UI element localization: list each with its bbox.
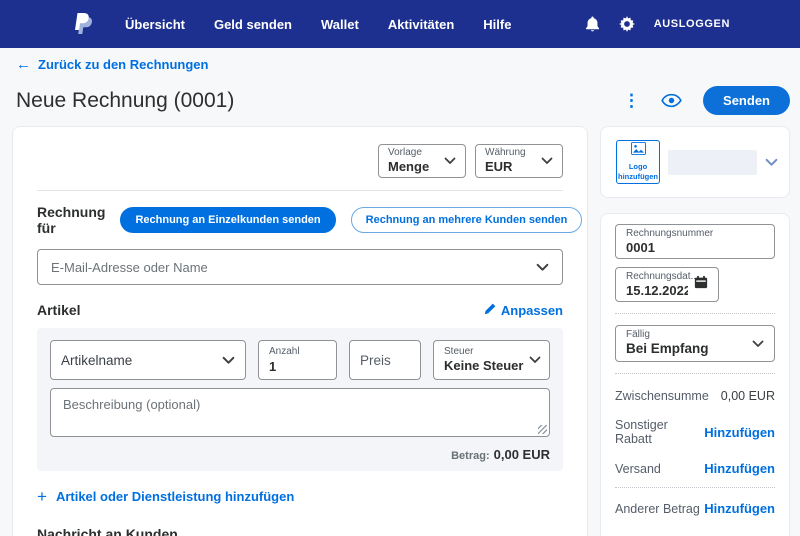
- bell-icon[interactable]: [585, 16, 600, 33]
- chevron-down-icon: [529, 356, 541, 364]
- items-section-heading: Artikel: [37, 302, 81, 318]
- pencil-icon: [484, 303, 496, 318]
- add-shipping-link[interactable]: Hinzufügen: [704, 461, 775, 476]
- tax-label: Steuer: [444, 346, 523, 359]
- currency-label: Währung: [485, 147, 526, 160]
- invoice-number-input[interactable]: [626, 240, 764, 255]
- add-discount-link[interactable]: Hinzufügen: [704, 425, 775, 440]
- currency-value: EUR: [485, 159, 526, 175]
- shipping-label: Versand: [615, 462, 661, 476]
- page-title: Neue Rechnung (0001): [16, 89, 234, 113]
- item-description-box[interactable]: [50, 388, 550, 437]
- invoice-number-label: Rechnungsnummer: [626, 228, 764, 241]
- price-input[interactable]: [360, 353, 410, 368]
- discount-label: Sonstiger Rabatt: [615, 418, 704, 446]
- more-options-icon[interactable]: ⋮: [623, 92, 640, 109]
- chevron-down-icon: [444, 157, 456, 165]
- nav-item-uebersicht[interactable]: Übersicht: [125, 17, 185, 32]
- other-amount-row: Anderer Betrag Hinzufügen: [615, 501, 775, 516]
- invoice-details-card: Rechnungsnummer Rechnungsdat...: [600, 213, 790, 536]
- top-nav: Übersicht Geld senden Wallet Aktivitäten…: [0, 0, 800, 48]
- due-label: Fällig: [626, 329, 746, 342]
- logout-button[interactable]: AUSLOGGEN: [654, 18, 730, 30]
- image-icon: [631, 142, 646, 160]
- chevron-down-icon[interactable]: [536, 263, 549, 272]
- item-row-panel: Anzahl Steuer Keine Steuer: [37, 328, 563, 471]
- customize-link-label: Anpassen: [501, 303, 563, 318]
- item-name-combobox[interactable]: [50, 340, 246, 380]
- dotted-divider: [615, 373, 775, 374]
- customer-email-input[interactable]: [51, 260, 528, 275]
- add-item-link[interactable]: + Artikel oder Dienstleistung hinzufügen: [37, 488, 563, 505]
- quantity-label: Anzahl: [269, 346, 326, 359]
- message-section-heading: Nachricht an Kunden: [37, 526, 563, 536]
- subheader: ← Zurück zu den Rechnungen: [0, 48, 800, 74]
- back-link-label: Zurück zu den Rechnungen: [38, 57, 208, 72]
- tax-select[interactable]: Steuer Keine Steuer: [433, 340, 550, 380]
- logo-card: Logo hinzufügen: [600, 126, 790, 198]
- chevron-down-icon[interactable]: [765, 158, 778, 167]
- nav-item-hilfe[interactable]: Hilfe: [483, 17, 511, 32]
- nav-item-wallet[interactable]: Wallet: [321, 17, 359, 32]
- shipping-row: Versand Hinzufügen: [615, 461, 775, 476]
- add-other-amount-link[interactable]: Hinzufügen: [704, 501, 775, 516]
- divider: [37, 190, 563, 191]
- title-row: Neue Rechnung (0001) ⋮ Senden: [0, 74, 800, 115]
- due-value: Bei Empfang: [626, 341, 746, 358]
- price-field[interactable]: [349, 340, 421, 380]
- back-to-invoices-link[interactable]: ← Zurück zu den Rechnungen: [16, 57, 208, 72]
- gear-icon[interactable]: [619, 16, 635, 32]
- invoice-date-field[interactable]: Rechnungsdat...: [615, 267, 719, 302]
- amount-label: Betrag:: [451, 450, 490, 462]
- calendar-icon[interactable]: [694, 275, 708, 294]
- tax-value: Keine Steuer: [444, 358, 523, 374]
- quantity-input[interactable]: [269, 359, 326, 374]
- add-logo-label: Logo hinzufügen: [617, 162, 659, 182]
- send-button[interactable]: Senden: [703, 86, 790, 115]
- multiple-customers-toggle[interactable]: Rechnung an mehrere Kunden senden: [351, 207, 583, 233]
- nav-item-aktivitaeten[interactable]: Aktivitäten: [388, 17, 454, 32]
- business-info-placeholder: [668, 150, 757, 175]
- resize-handle[interactable]: [538, 425, 547, 434]
- discount-row: Sonstiger Rabatt Hinzufügen: [615, 418, 775, 446]
- item-description-input[interactable]: [63, 397, 537, 428]
- invoice-date-label: Rechnungsdat...: [626, 271, 688, 284]
- invoice-number-field[interactable]: Rechnungsnummer: [615, 224, 775, 259]
- nav-item-geld-senden[interactable]: Geld senden: [214, 17, 292, 32]
- dotted-divider: [615, 487, 775, 488]
- template-select[interactable]: Vorlage Menge: [378, 144, 466, 178]
- invoice-summary-sidebar: Logo hinzufügen Rechnungsnummer Rechnung…: [600, 126, 790, 536]
- item-amount-row: Betrag: 0,00 EUR: [50, 447, 550, 462]
- other-amount-label: Anderer Betrag: [615, 502, 700, 516]
- chevron-down-icon: [541, 157, 553, 165]
- subtotal-row: Zwischensumme 0,00 EUR: [615, 389, 775, 403]
- template-label: Vorlage: [388, 147, 429, 160]
- invoice-form-card: Vorlage Menge Währung EUR Rechnung für: [12, 126, 588, 536]
- paypal-logo-icon[interactable]: [72, 12, 93, 37]
- customize-items-link[interactable]: Anpassen: [484, 303, 563, 318]
- subtotal-label: Zwischensumme: [615, 389, 709, 403]
- amount-value: 0,00 EUR: [494, 447, 550, 462]
- back-arrow-icon: ←: [16, 57, 31, 72]
- recipient-section-label: Rechnung für: [37, 204, 105, 236]
- currency-select[interactable]: Währung EUR: [475, 144, 563, 178]
- preview-eye-icon[interactable]: [661, 93, 682, 108]
- due-date-select[interactable]: Fällig Bei Empfang: [615, 325, 775, 362]
- template-value: Menge: [388, 159, 429, 175]
- dotted-divider: [615, 313, 775, 314]
- chevron-down-icon[interactable]: [222, 356, 235, 365]
- quantity-field[interactable]: Anzahl: [258, 340, 337, 380]
- item-name-input[interactable]: [61, 353, 216, 368]
- customer-email-field[interactable]: [37, 249, 563, 285]
- single-customer-toggle[interactable]: Rechnung an Einzelkunden senden: [120, 207, 335, 233]
- subtotal-value: 0,00 EUR: [721, 389, 775, 403]
- add-item-label: Artikel oder Dienstleistung hinzufügen: [56, 489, 294, 504]
- plus-icon: +: [37, 488, 47, 505]
- chevron-down-icon: [752, 340, 764, 348]
- add-logo-button[interactable]: Logo hinzufügen: [616, 140, 660, 184]
- invoice-date-input[interactable]: [626, 283, 688, 298]
